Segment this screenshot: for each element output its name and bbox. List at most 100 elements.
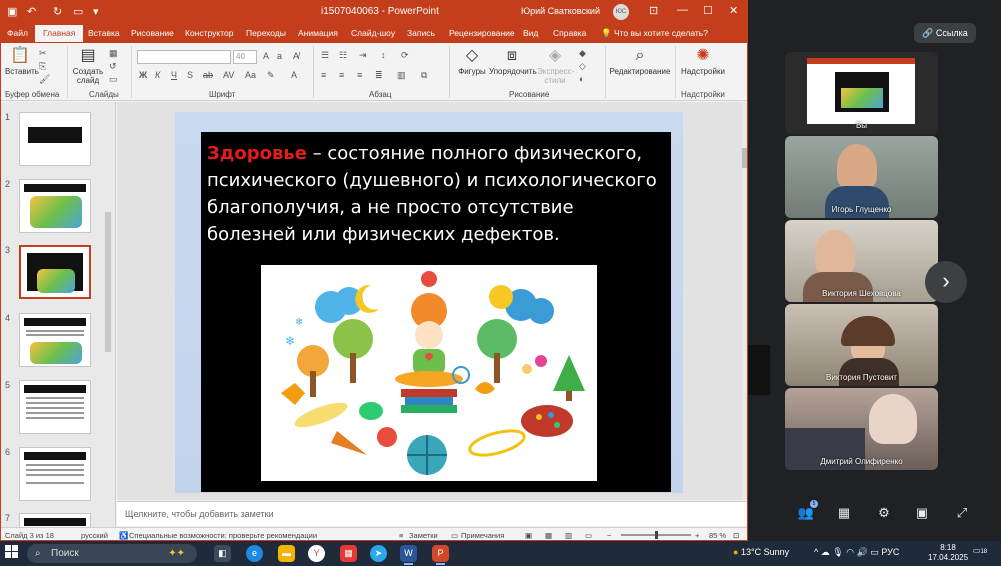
addins-button[interactable]: ✺ Надстройки	[679, 47, 727, 76]
ribbon-display-icon[interactable]: ⊡	[649, 4, 658, 17]
tab-help[interactable]: Справка	[553, 28, 586, 38]
word-icon[interactable]: W	[400, 545, 417, 565]
italic-icon[interactable]: К	[155, 70, 160, 80]
slideshow-view-icon[interactable]: ▭	[585, 531, 592, 540]
fit-slide-icon[interactable]: ⊡	[733, 531, 739, 540]
share-link-button[interactable]: 🔗 Ссылка	[914, 23, 976, 43]
settings-button[interactable]: ⚙	[874, 503, 894, 523]
numbering-icon[interactable]: ☷	[339, 50, 347, 61]
columns-icon[interactable]: ▥	[397, 70, 406, 81]
avatar[interactable]: ЮС	[613, 4, 629, 20]
tray-chevron-icon[interactable]: ^	[814, 547, 818, 557]
thumbnail-slide-7[interactable]	[19, 513, 91, 527]
redo-icon[interactable]: ↻	[53, 5, 62, 18]
underline-icon[interactable]: Ч	[171, 70, 177, 80]
zoom-slider[interactable]	[621, 531, 691, 539]
paste-button[interactable]: 📋 Вставить	[5, 47, 39, 76]
tab-view[interactable]: Вид	[523, 28, 538, 38]
language-indicator[interactable]: русский	[81, 531, 108, 540]
indent-icon[interactable]: ⇥	[359, 50, 367, 61]
notes-pane[interactable]: Щелкните, чтобы добавить заметки	[117, 501, 747, 526]
bold-icon[interactable]: Ж	[139, 70, 147, 80]
normal-view-icon[interactable]: ▣	[525, 531, 532, 540]
notification-center[interactable]: ▭18	[972, 546, 988, 560]
participant-tile[interactable]: Дмитрий Олифиренко	[785, 388, 938, 470]
tab-file[interactable]: Файл	[7, 28, 28, 38]
highlight-icon[interactable]: ✎	[267, 70, 275, 81]
slide-sorter-icon[interactable]: ▦	[545, 531, 552, 540]
layout-button[interactable]: ▦	[834, 503, 854, 523]
file-explorer-icon[interactable]: ▬	[278, 545, 295, 562]
wifi-icon[interactable]: ◠	[846, 547, 854, 557]
thumbnails-scrollbar[interactable]	[105, 212, 111, 352]
cut-icon[interactable]: ✂	[39, 48, 47, 59]
powerpoint-icon[interactable]: P	[432, 545, 449, 565]
zoom-level[interactable]: 85 %	[709, 531, 726, 540]
participant-tile[interactable]: Виктория Пустовит	[785, 304, 938, 386]
minimize-icon[interactable]: —	[677, 4, 688, 16]
align-right-icon[interactable]: ≡	[357, 70, 362, 80]
undo-icon[interactable]: ↶	[27, 5, 36, 18]
telegram-icon[interactable]: ➤	[370, 545, 387, 562]
weather-widget[interactable]: ● 13°C Sunny	[733, 547, 789, 557]
language-indicator[interactable]: РУС	[881, 547, 899, 557]
shapes-button[interactable]: ◇ Фигуры	[457, 47, 487, 76]
save-icon[interactable]: ▣	[7, 5, 17, 18]
comments-icon[interactable]: ▭	[451, 531, 458, 540]
section-icon[interactable]: ▭	[109, 74, 118, 85]
justify-icon[interactable]: ≣	[375, 70, 383, 81]
shape-outline-icon[interactable]: ◇	[579, 61, 586, 72]
smartart-icon[interactable]: ⧉	[421, 70, 427, 81]
new-slide-button[interactable]: ▤ Создать слайд	[71, 47, 105, 85]
customize-toolbar-icon[interactable]: ▾	[93, 5, 99, 18]
task-view-icon[interactable]: ◧	[214, 545, 231, 562]
tab-record[interactable]: Запись	[407, 28, 435, 38]
tab-home[interactable]: Главная	[35, 25, 84, 42]
layout-icon[interactable]: ▦	[109, 48, 118, 59]
taskbar-search[interactable]: ⌕ Поиск ✦✦	[27, 544, 197, 563]
calendar-app-icon[interactable]: ▦	[340, 545, 357, 562]
comments-toggle[interactable]: Примечания	[461, 531, 504, 540]
mic-icon[interactable]: 🎙	[832, 547, 843, 557]
edge-icon[interactable]: e	[246, 545, 263, 562]
tab-animations[interactable]: Анимация	[298, 28, 338, 38]
cloud-icon[interactable]: ☁	[821, 547, 830, 557]
spacing-icon[interactable]: AV	[223, 70, 234, 80]
tab-draw[interactable]: Рисование	[131, 28, 174, 38]
zoom-out-icon[interactable]: −	[607, 531, 611, 540]
notes-toggle[interactable]: Заметки	[409, 531, 438, 540]
thumbnail-slide-3[interactable]	[19, 245, 91, 299]
participant-tile[interactable]: Виктория Шеховцова	[785, 220, 938, 302]
notes-toggle-icon[interactable]: ≡	[399, 531, 403, 540]
shadow-icon[interactable]: S	[187, 70, 193, 80]
tab-design[interactable]: Конструктор	[185, 28, 233, 38]
format-painter-icon[interactable]: 🖌	[39, 74, 50, 85]
maximize-icon[interactable]: ☐	[703, 4, 713, 17]
thumbnail-slide-2[interactable]	[19, 179, 91, 233]
copy-icon[interactable]: ⎘	[39, 61, 46, 72]
volume-icon[interactable]: 🔊	[857, 547, 868, 557]
tell-me-search[interactable]: 💡 Что вы хотите сделать?	[601, 28, 708, 39]
next-page-button[interactable]: ›	[925, 261, 967, 303]
slide-content-box[interactable]: Здоровье – состояние полного физического…	[201, 132, 671, 492]
tab-insert[interactable]: Вставка	[88, 28, 120, 38]
increase-font-icon[interactable]: A	[263, 51, 269, 61]
strikethrough-icon[interactable]: ab	[203, 70, 213, 80]
fullscreen-button[interactable]: ⤢	[952, 503, 972, 523]
thumbnail-slide-1[interactable]	[19, 112, 91, 166]
current-slide[interactable]: Здоровье – состояние полного физического…	[175, 112, 683, 493]
accessibility-icon[interactable]: ♿	[119, 531, 128, 540]
zoom-in-icon[interactable]: +	[695, 531, 699, 540]
battery-icon[interactable]: ▭	[870, 547, 879, 557]
reset-icon[interactable]: ↺	[109, 61, 117, 72]
accessibility-status[interactable]: Специальные возможности: проверьте реком…	[129, 531, 317, 540]
tab-slideshow[interactable]: Слайд-шоу	[351, 28, 395, 38]
text-direction-icon[interactable]: ⟳	[401, 50, 409, 61]
arrange-button[interactable]: ⧈ Упорядочить	[489, 47, 537, 76]
zoom-slider-handle[interactable]	[655, 531, 658, 539]
participant-tile[interactable]: Игорь Глущенко	[785, 136, 938, 218]
yandex-browser-icon[interactable]: Y	[308, 545, 325, 562]
line-spacing-icon[interactable]: ↕	[381, 50, 386, 60]
font-family-select[interactable]	[137, 50, 231, 64]
align-center-icon[interactable]: ≡	[339, 70, 344, 80]
